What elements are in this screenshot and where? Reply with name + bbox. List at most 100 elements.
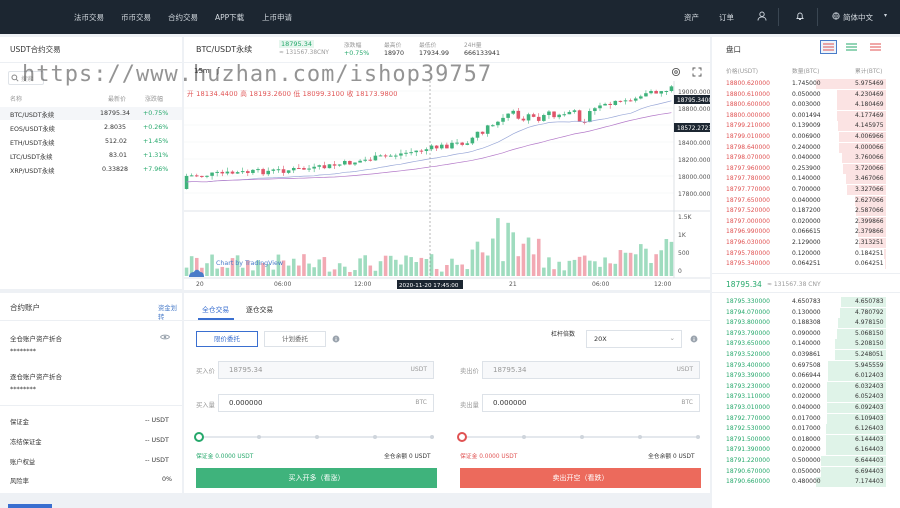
buy-qty-input[interactable]: 0.000000 BTC [218, 394, 434, 412]
orderbook-row[interactable]: 18800.620000 1.745000 5.975469 [712, 79, 900, 90]
slider-tick[interactable] [638, 435, 642, 439]
orderbook-row[interactable]: 18797.520000 0.187200 2.587066 [712, 206, 900, 217]
orderbook-row[interactable]: 18800.000000 0.001494 4.177469 [712, 110, 900, 122]
leverage-select[interactable]: 20X ⌄ [586, 330, 682, 348]
nav-orders[interactable]: 订单 [719, 12, 734, 23]
sell-price-input[interactable]: 18795.34 USDT [482, 361, 700, 379]
orderbook-row[interactable]: 18793.790000 0.090000 5.068150 [712, 328, 900, 340]
candle-body [618, 100, 623, 102]
orderbook-row[interactable]: 18793.650000 0.140000 5.208150 [712, 339, 900, 350]
orderbook-row[interactable]: 18793.400000 0.697508 5.945559 [712, 360, 900, 372]
slider-tick[interactable] [522, 435, 526, 439]
volume-bar [342, 266, 347, 276]
orderbook-row[interactable]: 18795.330000 4.650783 4.650783 [712, 297, 900, 308]
list-item[interactable]: EOS/USDT永续 2.8035 +0.26% [0, 121, 182, 134]
orderbook-row[interactable]: 18797.000000 0.020000 2.399866 [712, 216, 900, 228]
nav-contract[interactable]: 合约交易 [168, 12, 198, 23]
globe-icon[interactable] [832, 12, 840, 20]
orderbook-row[interactable]: 18799.210000 0.139009 4.145975 [712, 121, 900, 132]
tab-isolated[interactable]: 逐仓交易 [246, 304, 273, 314]
slider-tick[interactable] [315, 435, 319, 439]
orderbook-row[interactable]: 18790.660000 0.480000 7.174403 [712, 477, 900, 488]
sell-qty-unit: BTC [681, 399, 693, 406]
orderbook-row[interactable]: 18800.610000 0.050000 4.230469 [712, 89, 900, 101]
orderbook-row[interactable]: 18794.070000 0.130000 4.780792 [712, 307, 900, 319]
plan-order-button[interactable]: 计划委托 [264, 331, 326, 347]
tab-cross[interactable]: 全仓交易 [202, 304, 229, 314]
buy-price-input[interactable]: 18795.34 USDT [218, 361, 434, 379]
ob-total: 6.012403 [855, 372, 884, 380]
orderbook-row[interactable]: 18791.500000 0.018000 6.144403 [712, 434, 900, 446]
orderbook-row[interactable]: 18793.010000 0.040000 6.092403 [712, 403, 900, 414]
pair-change: +0.26% [143, 124, 169, 131]
slider-tick[interactable] [430, 435, 434, 439]
tradingview-brand[interactable]: Chart by TradingView [216, 260, 283, 267]
nav-spot[interactable]: 币币交易 [121, 12, 151, 23]
settings-icon[interactable] [671, 67, 681, 77]
book-bids-icon[interactable] [843, 40, 860, 54]
info-icon[interactable] [332, 335, 340, 343]
candlestick-chart[interactable]: 19000.000018800.000018600.000018400.0000… [184, 81, 710, 290]
candle-body [639, 96, 643, 99]
ob-price: 18797.650000 [726, 196, 770, 204]
orderbook-row[interactable]: 18791.390000 0.020000 6.164403 [712, 445, 900, 456]
slider-tick[interactable] [257, 435, 261, 439]
fullscreen-icon[interactable] [692, 67, 702, 77]
user-icon[interactable] [757, 11, 767, 21]
orderbook-row[interactable]: 18797.650000 0.040000 2.627066 [712, 195, 900, 207]
nav-assets[interactable]: 资产 [684, 12, 699, 23]
transfer-link[interactable]: 资金划转 [158, 303, 182, 321]
ob-qty: 0.188308 [792, 319, 821, 327]
buy-slider-handle[interactable] [194, 432, 204, 442]
limit-order-button[interactable]: 限价委托 [196, 331, 258, 347]
ob-qty: 0.187200 [792, 207, 821, 215]
orderbook-row[interactable]: 18799.010000 0.006900 4.006966 [712, 132, 900, 143]
orderbook-row[interactable]: 18797.780000 0.140000 3.467066 [712, 174, 900, 185]
orderbook-row[interactable]: 18795.780000 0.120000 0.184251 [712, 248, 900, 260]
slider-tick[interactable] [373, 435, 377, 439]
slider-tick[interactable] [580, 435, 584, 439]
nav-app[interactable]: APP下载 [215, 12, 244, 23]
crosshair-time-label: 2020-11-20 17:45:00 [399, 283, 459, 289]
orderbook-row[interactable]: 18797.770000 0.700000 3.327066 [712, 185, 900, 196]
orderbook-row[interactable]: 18791.220000 0.500000 6.644403 [712, 456, 900, 467]
orderbook-row[interactable]: 18793.390000 0.066944 6.012403 [712, 371, 900, 382]
sell-short-button[interactable]: 卖出开空（看跌） [460, 468, 701, 488]
slider-tick[interactable] [696, 435, 700, 439]
orderbook-row[interactable]: 18792.770000 0.017000 6.109403 [712, 413, 900, 425]
orderbook-row[interactable]: 18795.340000 0.064251 0.064251 [712, 259, 900, 270]
list-item[interactable]: XRP/USDT永续 0.33828 +7.96% [0, 163, 182, 176]
kline-chart[interactable]: 15m ʃ 开 18134.4400 高 18193.2600 低 18099.… [184, 63, 710, 290]
sell-slider-handle[interactable] [457, 432, 467, 442]
orderbook-row[interactable]: 18800.600000 0.003000 4.180469 [712, 100, 900, 111]
bell-icon[interactable] [795, 11, 805, 21]
volume-tick-label: 1K [678, 232, 687, 239]
orderbook-row[interactable]: 18793.110000 0.020000 6.052403 [712, 392, 900, 403]
sell-qty-input[interactable]: 0.000000 BTC [482, 394, 700, 412]
nav-fiat[interactable]: 法币交易 [74, 12, 104, 23]
orderbook-row[interactable]: 18793.520000 0.039861 5.248051 [712, 350, 900, 361]
orderbook-row[interactable]: 18790.670000 0.050000 6.694403 [712, 466, 900, 478]
orderbook-row[interactable]: 18796.990000 0.066615 2.379866 [712, 227, 900, 238]
orderbook-row[interactable]: 18798.070000 0.040000 3.760066 [712, 153, 900, 164]
eye-icon[interactable] [160, 333, 170, 341]
list-item[interactable]: BTC/USDT永续 18795.34 +0.75% [0, 107, 182, 120]
info-icon[interactable] [690, 335, 698, 343]
logo-placeholder[interactable] [10, 9, 50, 23]
list-item[interactable]: ETH/USDT永续 512.02 +1.45% [0, 135, 182, 148]
book-both-icon[interactable] [820, 40, 837, 54]
buy-long-button[interactable]: 买入开多（看涨） [196, 468, 437, 488]
list-item[interactable]: LTC/USDT永续 83.01 +1.31% [0, 149, 182, 162]
orderbook-row[interactable]: 18793.800000 0.188308 4.978150 [712, 318, 900, 329]
candle-body [465, 143, 470, 145]
ob-price: 18793.010000 [726, 404, 770, 411]
orderbook-row[interactable]: 18792.530000 0.017000 6.126403 [712, 424, 900, 435]
language-select[interactable]: 简体中文 [843, 12, 873, 23]
orderbook-row[interactable]: 18797.960000 0.253900 3.720066 [712, 163, 900, 175]
volume-bar [291, 258, 296, 276]
book-asks-icon[interactable] [867, 40, 884, 54]
orderbook-row[interactable]: 18793.230000 0.020000 6.032403 [712, 381, 900, 393]
orderbook-row[interactable]: 18796.030000 2.129000 2.313251 [712, 238, 900, 249]
nav-listing[interactable]: 上币申请 [262, 12, 292, 23]
orderbook-row[interactable]: 18798.640000 0.240000 4.000066 [712, 142, 900, 154]
